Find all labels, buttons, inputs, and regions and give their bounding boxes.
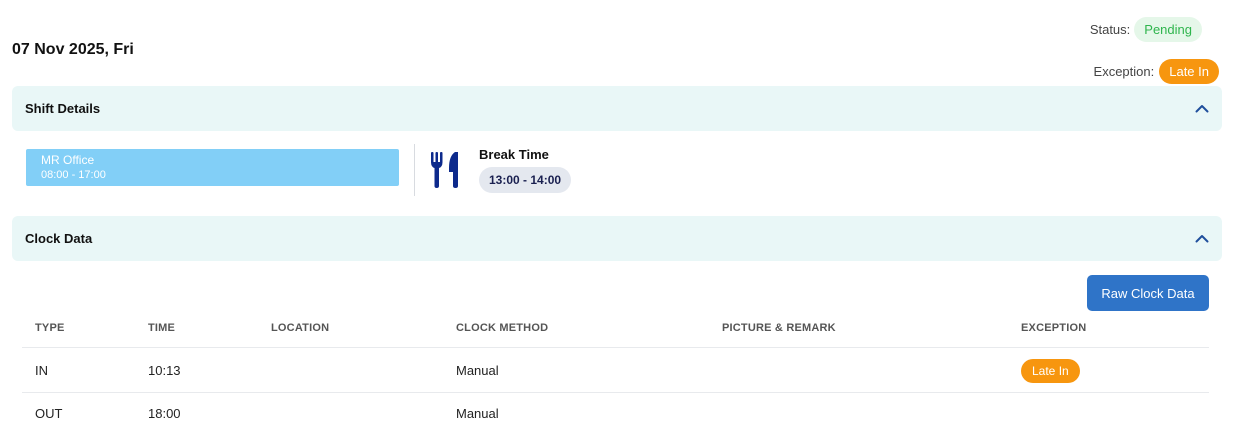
exception-badge: Late In bbox=[1159, 59, 1219, 84]
break-time-value: 13:00 - 14:00 bbox=[479, 167, 572, 193]
status-badge: Pending bbox=[1134, 17, 1202, 42]
clock-data-header[interactable]: Clock Data bbox=[12, 216, 1222, 261]
shift-details-title: Shift Details bbox=[25, 101, 101, 116]
exception-label: Exception: bbox=[1093, 64, 1155, 79]
table-row: OUT 18:00 Manual bbox=[22, 394, 1209, 431]
chevron-up-icon[interactable] bbox=[1195, 232, 1209, 246]
cell-clock-method: Manual bbox=[456, 406, 499, 421]
table-header: TYPE TIME LOCATION CLOCK METHOD PICTURE … bbox=[22, 322, 1209, 348]
cell-clock-method: Manual bbox=[456, 363, 499, 378]
table-row: IN 10:13 Manual Late In bbox=[22, 349, 1209, 393]
raw-clock-data-button[interactable]: Raw Clock Data bbox=[1087, 275, 1209, 311]
fork-knife-icon bbox=[430, 152, 462, 188]
divider bbox=[414, 144, 415, 196]
column-header-location: LOCATION bbox=[271, 322, 330, 334]
shift-details-header[interactable]: Shift Details bbox=[12, 86, 1222, 131]
cell-time: 18:00 bbox=[148, 406, 181, 421]
column-header-exception: EXCEPTION bbox=[1021, 322, 1087, 334]
exception-row: Exception: Late In bbox=[1094, 59, 1219, 84]
column-header-type: TYPE bbox=[35, 322, 65, 334]
clock-data-title: Clock Data bbox=[25, 231, 93, 246]
cell-type: IN bbox=[35, 363, 48, 378]
shift-hours: 08:00 - 17:00 bbox=[41, 169, 106, 181]
shift-name: MR Office bbox=[41, 153, 95, 167]
cell-time: 10:13 bbox=[148, 363, 181, 378]
break-time-title: Break Time bbox=[479, 147, 549, 162]
column-header-picture-remark: PICTURE & REMARK bbox=[722, 322, 836, 334]
cell-type: OUT bbox=[35, 406, 63, 421]
status-label: Status: bbox=[1089, 22, 1131, 37]
status-row: Status: Pending bbox=[1090, 17, 1202, 42]
exception-badge: Late In bbox=[1021, 359, 1080, 383]
column-header-clock-method: CLOCK METHOD bbox=[456, 322, 549, 334]
column-header-time: TIME bbox=[148, 322, 176, 334]
page-title: 07 Nov 2025, Fri bbox=[12, 41, 134, 58]
chevron-up-icon[interactable] bbox=[1195, 102, 1209, 116]
shift-block: MR Office 08:00 - 17:00 bbox=[26, 149, 399, 186]
